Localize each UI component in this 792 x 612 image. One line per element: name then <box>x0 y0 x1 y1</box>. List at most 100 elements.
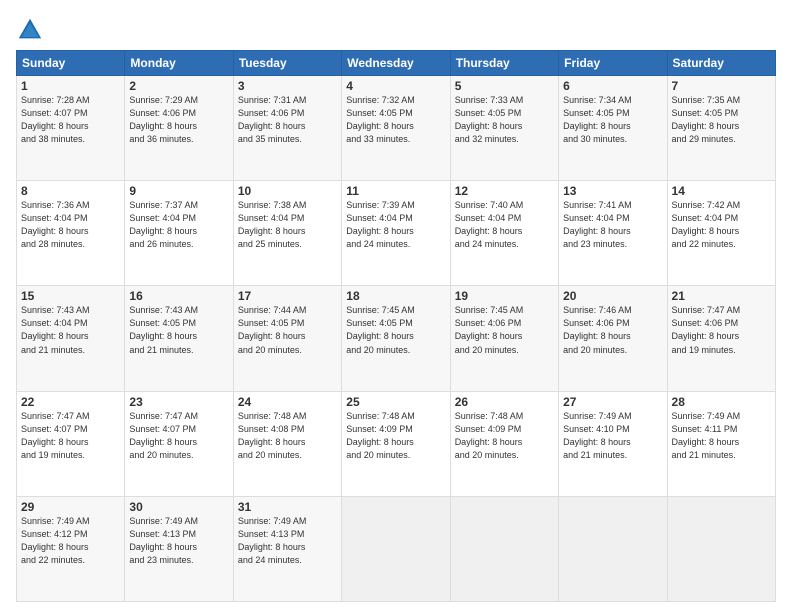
day-number: 3 <box>238 79 337 93</box>
day-number: 5 <box>455 79 554 93</box>
calendar-cell: 21 Sunrise: 7:47 AMSunset: 4:06 PMDaylig… <box>667 286 775 391</box>
logo <box>16 16 46 44</box>
calendar-week-row: 22 Sunrise: 7:47 AMSunset: 4:07 PMDaylig… <box>17 391 776 496</box>
day-info: Sunrise: 7:41 AMSunset: 4:04 PMDaylight:… <box>563 199 662 251</box>
calendar-week-row: 29 Sunrise: 7:49 AMSunset: 4:12 PMDaylig… <box>17 496 776 601</box>
calendar-cell: 22 Sunrise: 7:47 AMSunset: 4:07 PMDaylig… <box>17 391 125 496</box>
calendar-day-header: Friday <box>559 51 667 76</box>
day-info: Sunrise: 7:38 AMSunset: 4:04 PMDaylight:… <box>238 199 337 251</box>
calendar-cell <box>450 496 558 601</box>
calendar-day-header: Sunday <box>17 51 125 76</box>
day-info: Sunrise: 7:35 AMSunset: 4:05 PMDaylight:… <box>672 94 771 146</box>
day-info: Sunrise: 7:48 AMSunset: 4:09 PMDaylight:… <box>346 410 445 462</box>
day-info: Sunrise: 7:46 AMSunset: 4:06 PMDaylight:… <box>563 304 662 356</box>
calendar-cell: 6 Sunrise: 7:34 AMSunset: 4:05 PMDayligh… <box>559 76 667 181</box>
day-number: 16 <box>129 289 228 303</box>
day-number: 30 <box>129 500 228 514</box>
calendar-cell: 18 Sunrise: 7:45 AMSunset: 4:05 PMDaylig… <box>342 286 450 391</box>
calendar-cell: 12 Sunrise: 7:40 AMSunset: 4:04 PMDaylig… <box>450 181 558 286</box>
day-number: 13 <box>563 184 662 198</box>
day-info: Sunrise: 7:36 AMSunset: 4:04 PMDaylight:… <box>21 199 120 251</box>
calendar-cell: 29 Sunrise: 7:49 AMSunset: 4:12 PMDaylig… <box>17 496 125 601</box>
day-number: 8 <box>21 184 120 198</box>
day-info: Sunrise: 7:32 AMSunset: 4:05 PMDaylight:… <box>346 94 445 146</box>
calendar-cell: 27 Sunrise: 7:49 AMSunset: 4:10 PMDaylig… <box>559 391 667 496</box>
calendar-cell: 1 Sunrise: 7:28 AMSunset: 4:07 PMDayligh… <box>17 76 125 181</box>
day-number: 19 <box>455 289 554 303</box>
day-number: 10 <box>238 184 337 198</box>
day-number: 22 <box>21 395 120 409</box>
day-info: Sunrise: 7:45 AMSunset: 4:06 PMDaylight:… <box>455 304 554 356</box>
day-info: Sunrise: 7:28 AMSunset: 4:07 PMDaylight:… <box>21 94 120 146</box>
day-number: 9 <box>129 184 228 198</box>
day-number: 4 <box>346 79 445 93</box>
day-info: Sunrise: 7:39 AMSunset: 4:04 PMDaylight:… <box>346 199 445 251</box>
calendar-cell: 2 Sunrise: 7:29 AMSunset: 4:06 PMDayligh… <box>125 76 233 181</box>
calendar-cell: 5 Sunrise: 7:33 AMSunset: 4:05 PMDayligh… <box>450 76 558 181</box>
day-info: Sunrise: 7:49 AMSunset: 4:13 PMDaylight:… <box>238 515 337 567</box>
day-number: 23 <box>129 395 228 409</box>
calendar-cell: 16 Sunrise: 7:43 AMSunset: 4:05 PMDaylig… <box>125 286 233 391</box>
calendar-cell: 7 Sunrise: 7:35 AMSunset: 4:05 PMDayligh… <box>667 76 775 181</box>
day-info: Sunrise: 7:47 AMSunset: 4:06 PMDaylight:… <box>672 304 771 356</box>
day-info: Sunrise: 7:34 AMSunset: 4:05 PMDaylight:… <box>563 94 662 146</box>
day-number: 20 <box>563 289 662 303</box>
day-number: 14 <box>672 184 771 198</box>
calendar-cell: 13 Sunrise: 7:41 AMSunset: 4:04 PMDaylig… <box>559 181 667 286</box>
calendar-cell <box>667 496 775 601</box>
day-number: 21 <box>672 289 771 303</box>
day-number: 1 <box>21 79 120 93</box>
day-info: Sunrise: 7:49 AMSunset: 4:11 PMDaylight:… <box>672 410 771 462</box>
day-number: 26 <box>455 395 554 409</box>
day-info: Sunrise: 7:49 AMSunset: 4:12 PMDaylight:… <box>21 515 120 567</box>
day-number: 25 <box>346 395 445 409</box>
day-info: Sunrise: 7:49 AMSunset: 4:13 PMDaylight:… <box>129 515 228 567</box>
calendar-cell: 25 Sunrise: 7:48 AMSunset: 4:09 PMDaylig… <box>342 391 450 496</box>
day-number: 29 <box>21 500 120 514</box>
day-info: Sunrise: 7:44 AMSunset: 4:05 PMDaylight:… <box>238 304 337 356</box>
calendar-week-row: 8 Sunrise: 7:36 AMSunset: 4:04 PMDayligh… <box>17 181 776 286</box>
day-info: Sunrise: 7:45 AMSunset: 4:05 PMDaylight:… <box>346 304 445 356</box>
calendar-cell: 15 Sunrise: 7:43 AMSunset: 4:04 PMDaylig… <box>17 286 125 391</box>
calendar-cell: 8 Sunrise: 7:36 AMSunset: 4:04 PMDayligh… <box>17 181 125 286</box>
calendar-cell: 30 Sunrise: 7:49 AMSunset: 4:13 PMDaylig… <box>125 496 233 601</box>
day-info: Sunrise: 7:37 AMSunset: 4:04 PMDaylight:… <box>129 199 228 251</box>
day-info: Sunrise: 7:31 AMSunset: 4:06 PMDaylight:… <box>238 94 337 146</box>
calendar-day-header: Wednesday <box>342 51 450 76</box>
calendar-cell: 11 Sunrise: 7:39 AMSunset: 4:04 PMDaylig… <box>342 181 450 286</box>
calendar-header-row: SundayMondayTuesdayWednesdayThursdayFrid… <box>17 51 776 76</box>
calendar: SundayMondayTuesdayWednesdayThursdayFrid… <box>16 50 776 602</box>
calendar-cell: 9 Sunrise: 7:37 AMSunset: 4:04 PMDayligh… <box>125 181 233 286</box>
calendar-cell <box>342 496 450 601</box>
calendar-day-header: Tuesday <box>233 51 341 76</box>
day-info: Sunrise: 7:40 AMSunset: 4:04 PMDaylight:… <box>455 199 554 251</box>
day-number: 27 <box>563 395 662 409</box>
day-info: Sunrise: 7:47 AMSunset: 4:07 PMDaylight:… <box>129 410 228 462</box>
calendar-cell: 20 Sunrise: 7:46 AMSunset: 4:06 PMDaylig… <box>559 286 667 391</box>
calendar-cell: 24 Sunrise: 7:48 AMSunset: 4:08 PMDaylig… <box>233 391 341 496</box>
day-number: 18 <box>346 289 445 303</box>
day-info: Sunrise: 7:33 AMSunset: 4:05 PMDaylight:… <box>455 94 554 146</box>
day-info: Sunrise: 7:42 AMSunset: 4:04 PMDaylight:… <box>672 199 771 251</box>
calendar-cell: 26 Sunrise: 7:48 AMSunset: 4:09 PMDaylig… <box>450 391 558 496</box>
day-number: 24 <box>238 395 337 409</box>
calendar-cell <box>559 496 667 601</box>
page: SundayMondayTuesdayWednesdayThursdayFrid… <box>0 0 792 612</box>
day-info: Sunrise: 7:29 AMSunset: 4:06 PMDaylight:… <box>129 94 228 146</box>
logo-icon <box>16 16 44 44</box>
calendar-day-header: Thursday <box>450 51 558 76</box>
day-number: 2 <box>129 79 228 93</box>
calendar-cell: 23 Sunrise: 7:47 AMSunset: 4:07 PMDaylig… <box>125 391 233 496</box>
calendar-cell: 3 Sunrise: 7:31 AMSunset: 4:06 PMDayligh… <box>233 76 341 181</box>
calendar-week-row: 15 Sunrise: 7:43 AMSunset: 4:04 PMDaylig… <box>17 286 776 391</box>
day-number: 31 <box>238 500 337 514</box>
calendar-day-header: Saturday <box>667 51 775 76</box>
calendar-cell: 28 Sunrise: 7:49 AMSunset: 4:11 PMDaylig… <box>667 391 775 496</box>
day-number: 17 <box>238 289 337 303</box>
calendar-cell: 4 Sunrise: 7:32 AMSunset: 4:05 PMDayligh… <box>342 76 450 181</box>
day-info: Sunrise: 7:48 AMSunset: 4:09 PMDaylight:… <box>455 410 554 462</box>
calendar-cell: 17 Sunrise: 7:44 AMSunset: 4:05 PMDaylig… <box>233 286 341 391</box>
calendar-day-header: Monday <box>125 51 233 76</box>
calendar-cell: 31 Sunrise: 7:49 AMSunset: 4:13 PMDaylig… <box>233 496 341 601</box>
day-number: 11 <box>346 184 445 198</box>
